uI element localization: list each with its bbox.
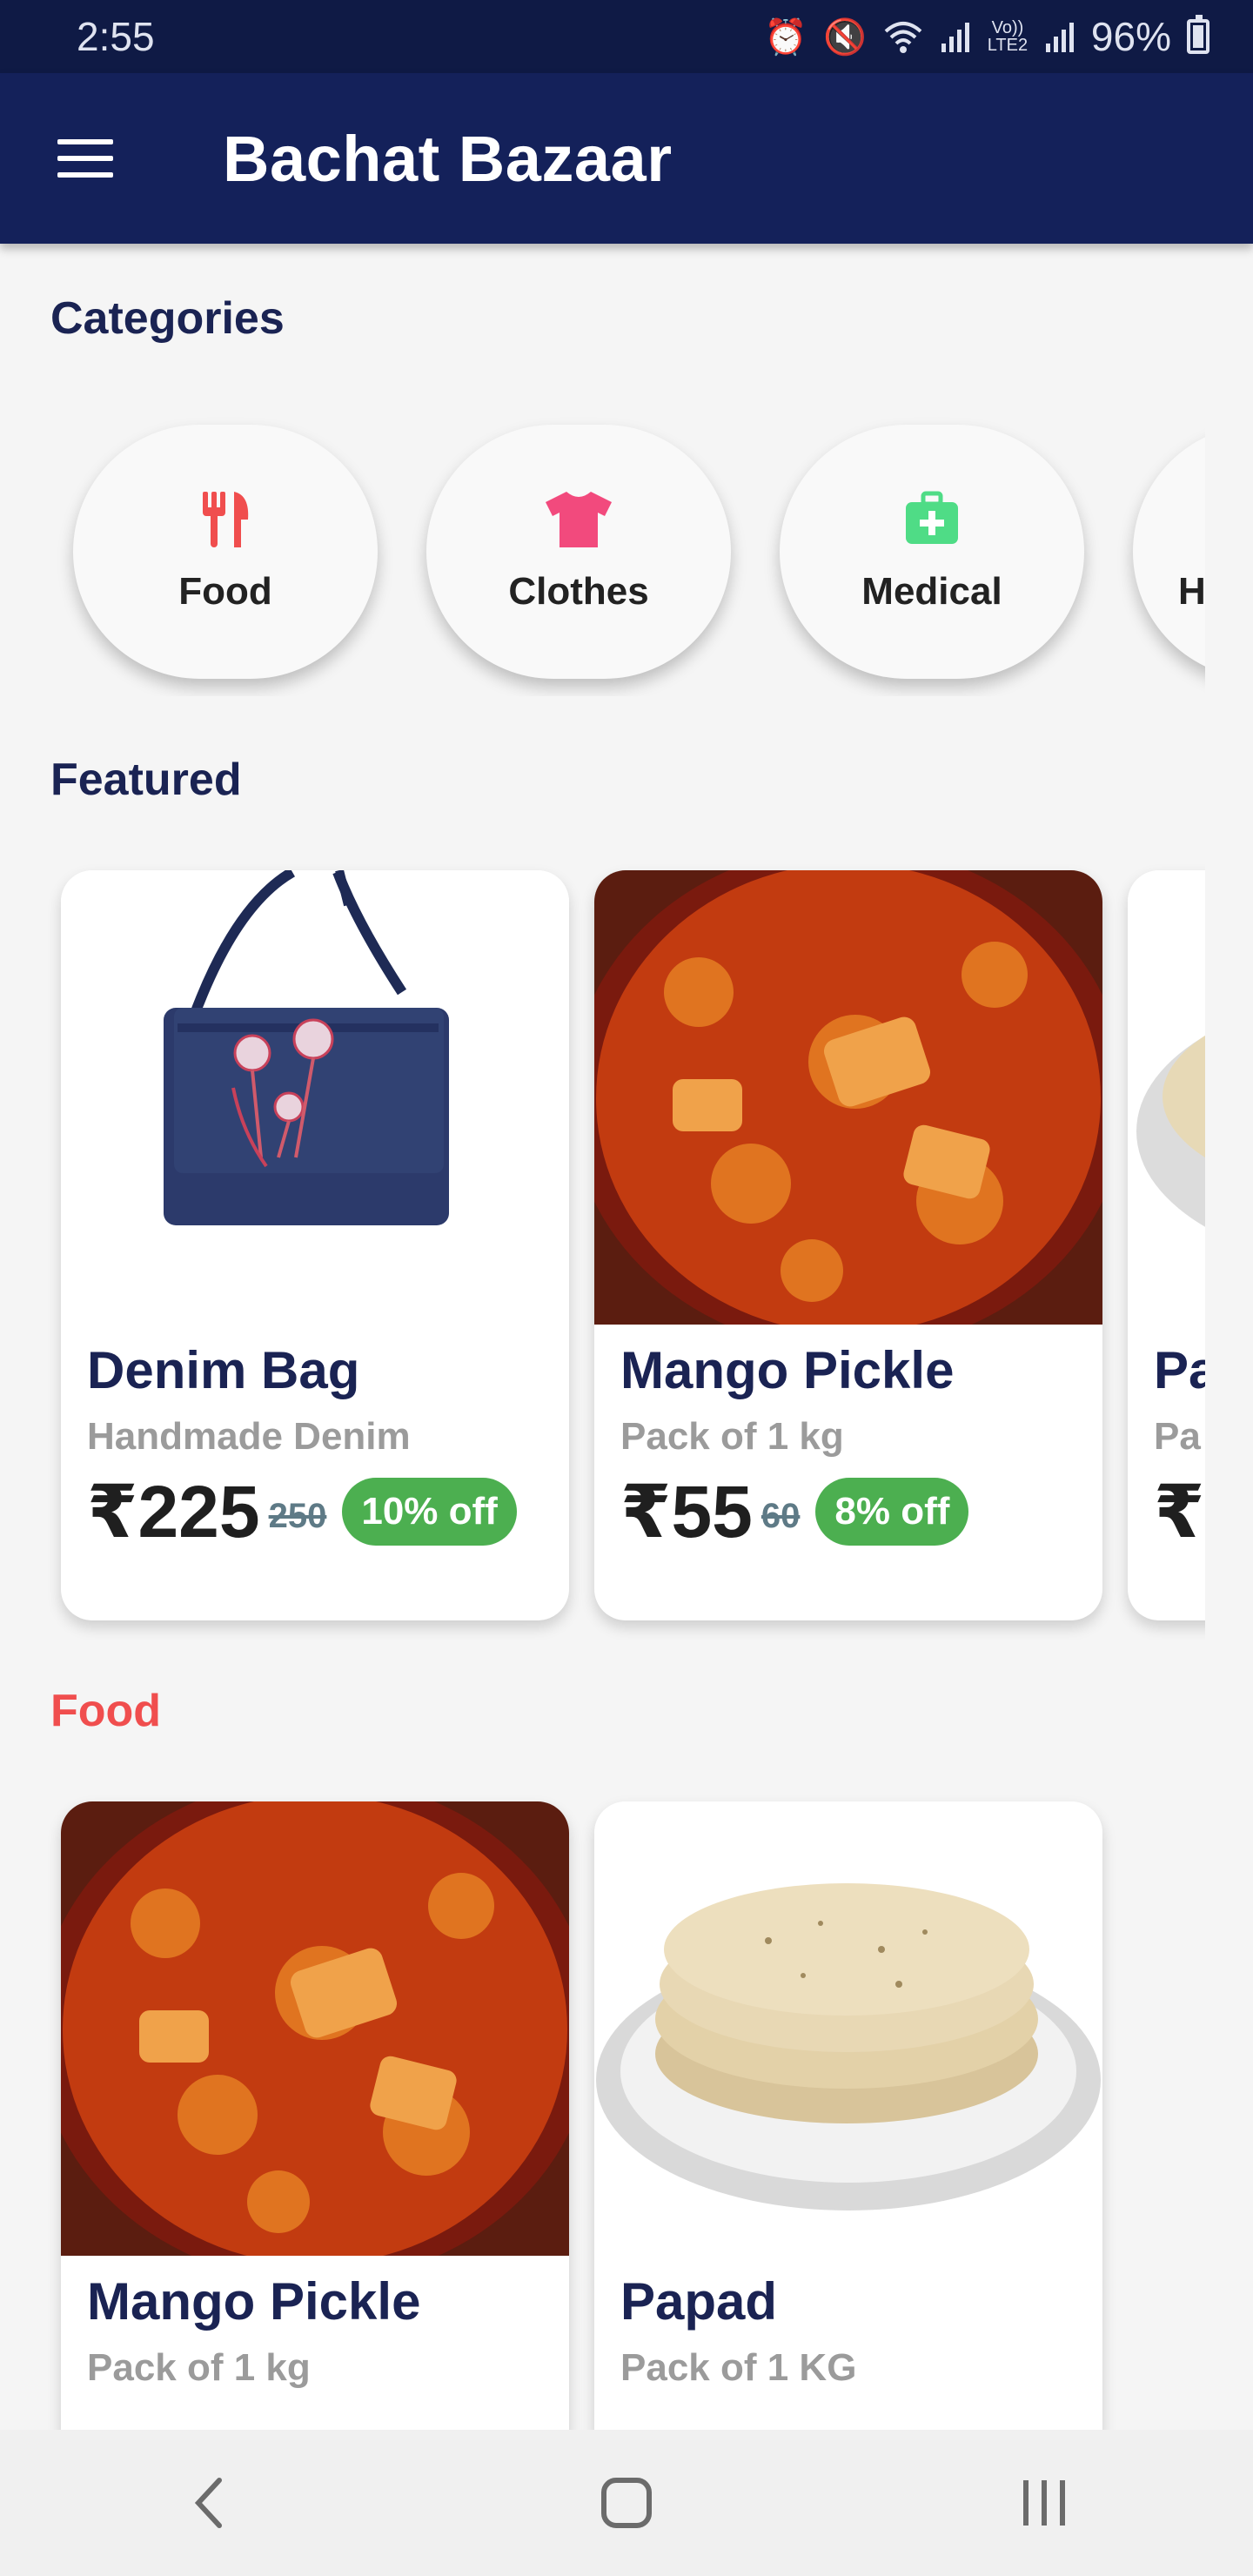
product-card[interactable]: Mango Pickle Pack of 1 kg ₹55 60 8% off bbox=[594, 870, 1102, 1620]
papad-image-partial bbox=[1128, 870, 1205, 1325]
status-bar: 2:55 ⏰ 🔇 Vo)) LTE2 96% bbox=[0, 0, 1253, 73]
battery-icon bbox=[1187, 15, 1209, 54]
product-mrp: 250 bbox=[268, 1496, 327, 1535]
app-bar: Bachat Bazaar bbox=[0, 73, 1253, 244]
system-nav-bar bbox=[0, 2430, 1253, 2576]
price-row: ₹ bbox=[1154, 1469, 1204, 1554]
papad-image bbox=[594, 1801, 1102, 2256]
category-label: Food bbox=[178, 570, 272, 613]
medical-kit-icon bbox=[906, 491, 958, 544]
discount-badge: 10% off bbox=[342, 1478, 517, 1546]
product-name: Mango Pickle bbox=[87, 2272, 421, 2331]
categories-list: Food Clothes Medical H bbox=[0, 409, 1205, 696]
status-time: 2:55 bbox=[77, 14, 155, 59]
mango-pickle-image bbox=[594, 870, 1102, 1325]
wifi-icon bbox=[884, 22, 922, 53]
tshirt-icon bbox=[546, 492, 612, 547]
categories-title: Categories bbox=[50, 293, 285, 344]
network-label: Vo)) LTE2 bbox=[987, 18, 1029, 55]
mango-pickle-image bbox=[61, 1801, 569, 2256]
product-image bbox=[1128, 870, 1205, 1325]
category-partial[interactable]: H bbox=[1133, 425, 1205, 679]
product-subtitle: Pack of 1 kg bbox=[87, 2346, 311, 2389]
product-mrp: 60 bbox=[761, 1496, 801, 1535]
category-label: Clothes bbox=[508, 570, 649, 613]
product-name: Papad bbox=[620, 2272, 778, 2331]
featured-title: Featured bbox=[50, 755, 242, 805]
signal-icon bbox=[941, 23, 969, 52]
product-price: ₹ bbox=[1154, 1471, 1205, 1553]
product-price: ₹225 bbox=[87, 1471, 260, 1553]
product-price: ₹55 bbox=[620, 1471, 753, 1553]
product-subtitle: Pa bbox=[1154, 1415, 1201, 1458]
product-name: Mango Pickle bbox=[620, 1341, 955, 1399]
category-label: H bbox=[1178, 570, 1205, 613]
price-row: ₹225 250 10% off bbox=[87, 1469, 517, 1554]
home-icon bbox=[601, 2478, 652, 2528]
product-card[interactable]: Pa Pa ₹ bbox=[1128, 870, 1205, 1620]
recents-button[interactable] bbox=[1001, 2459, 1088, 2546]
featured-list: Denim Bag Handmade Denim ₹225 250 10% of… bbox=[0, 853, 1205, 1645]
product-image bbox=[594, 870, 1102, 1325]
food-title: Food bbox=[50, 1686, 162, 1736]
product-subtitle: Pack of 1 KG bbox=[620, 2346, 857, 2389]
food-list: Mango Pickle Pack of 1 kg Papad Pack of … bbox=[0, 1784, 1205, 2430]
recents-icon bbox=[1023, 2480, 1065, 2526]
denim-bag-image bbox=[61, 870, 569, 1325]
category-label: Medical bbox=[861, 570, 1002, 613]
product-subtitle: Handmade Denim bbox=[87, 1415, 411, 1458]
app-title: Bachat Bazaar bbox=[223, 122, 673, 195]
alarm-icon: ⏰ bbox=[764, 17, 808, 57]
category-medical[interactable]: Medical bbox=[780, 425, 1084, 679]
home-button[interactable] bbox=[583, 2459, 670, 2546]
mute-icon: 🔇 bbox=[823, 17, 867, 57]
product-name: Pa bbox=[1154, 1341, 1205, 1399]
category-food[interactable]: Food bbox=[73, 425, 378, 679]
product-image bbox=[61, 1801, 569, 2256]
product-image bbox=[594, 1801, 1102, 2256]
status-icons: ⏰ 🔇 Vo)) LTE2 96% bbox=[764, 13, 1209, 60]
product-name: Denim Bag bbox=[87, 1341, 360, 1399]
product-image bbox=[61, 870, 569, 1325]
battery-percent: 96% bbox=[1090, 14, 1171, 59]
product-subtitle: Pack of 1 kg bbox=[620, 1415, 844, 1458]
fork-knife-icon bbox=[203, 492, 249, 547]
signal-icon-2 bbox=[1045, 23, 1074, 52]
product-card[interactable]: Papad Pack of 1 KG bbox=[594, 1801, 1102, 2430]
product-card[interactable]: Denim Bag Handmade Denim ₹225 250 10% of… bbox=[61, 870, 569, 1620]
price-row: ₹55 60 8% off bbox=[620, 1469, 969, 1554]
back-button[interactable] bbox=[165, 2459, 252, 2546]
menu-icon[interactable] bbox=[57, 139, 113, 178]
discount-badge: 8% off bbox=[815, 1478, 969, 1546]
back-icon bbox=[194, 2478, 222, 2528]
category-clothes[interactable]: Clothes bbox=[426, 425, 731, 679]
product-card[interactable]: Mango Pickle Pack of 1 kg bbox=[61, 1801, 569, 2430]
